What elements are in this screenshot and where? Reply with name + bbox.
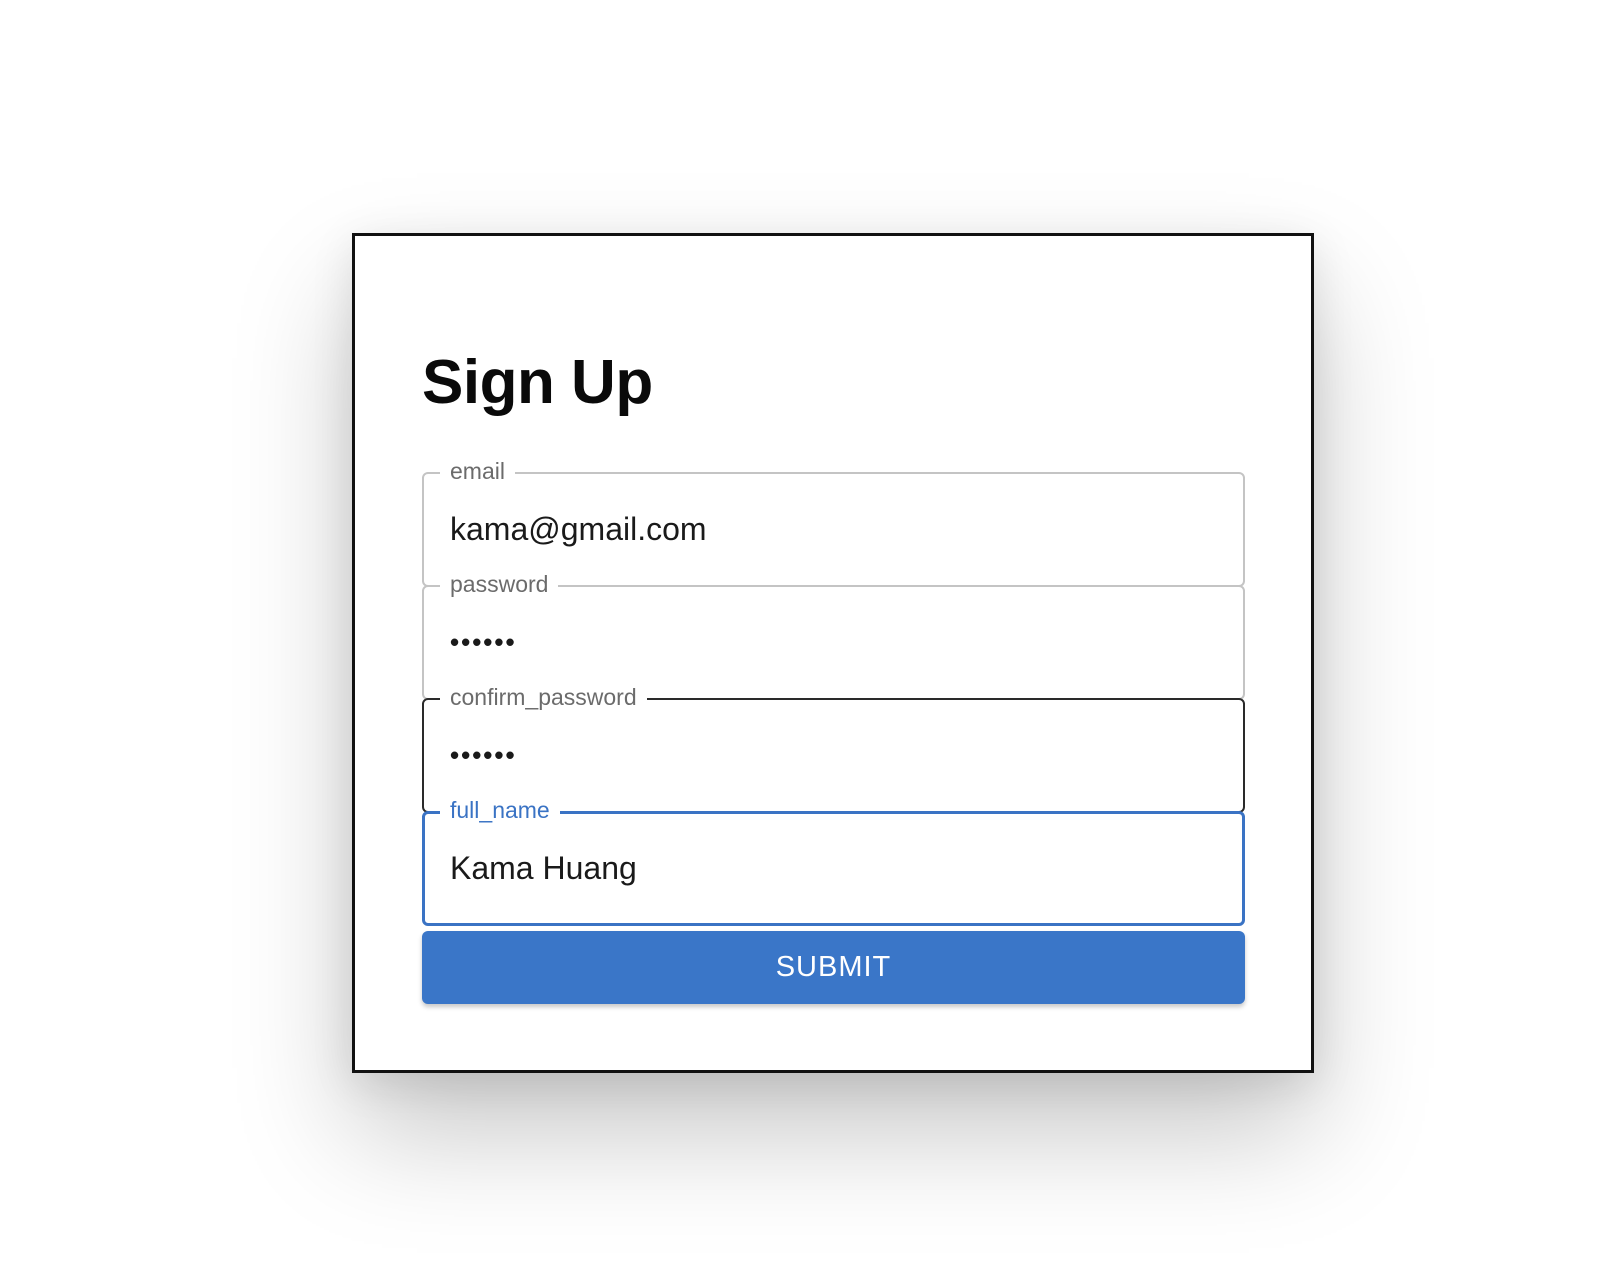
signup-card: Sign Up email kama@gmail.com password ••… (352, 233, 1314, 1073)
full-name-input[interactable]: Kama Huang (450, 811, 1225, 926)
email-input[interactable]: kama@gmail.com (450, 472, 1225, 587)
page-background: Sign Up email kama@gmail.com password ••… (0, 0, 1598, 1280)
email-field[interactable]: email kama@gmail.com (422, 458, 1245, 587)
submit-button[interactable]: SUBMIT (422, 931, 1245, 1004)
full-name-field[interactable]: full_name Kama Huang (422, 797, 1245, 926)
confirm-password-field[interactable]: confirm_password •••••• (422, 684, 1245, 813)
password-field[interactable]: password •••••• (422, 571, 1245, 700)
page-title: Sign Up (422, 348, 653, 417)
confirm-password-input[interactable]: •••••• (450, 698, 1225, 813)
password-input[interactable]: •••••• (450, 585, 1225, 700)
